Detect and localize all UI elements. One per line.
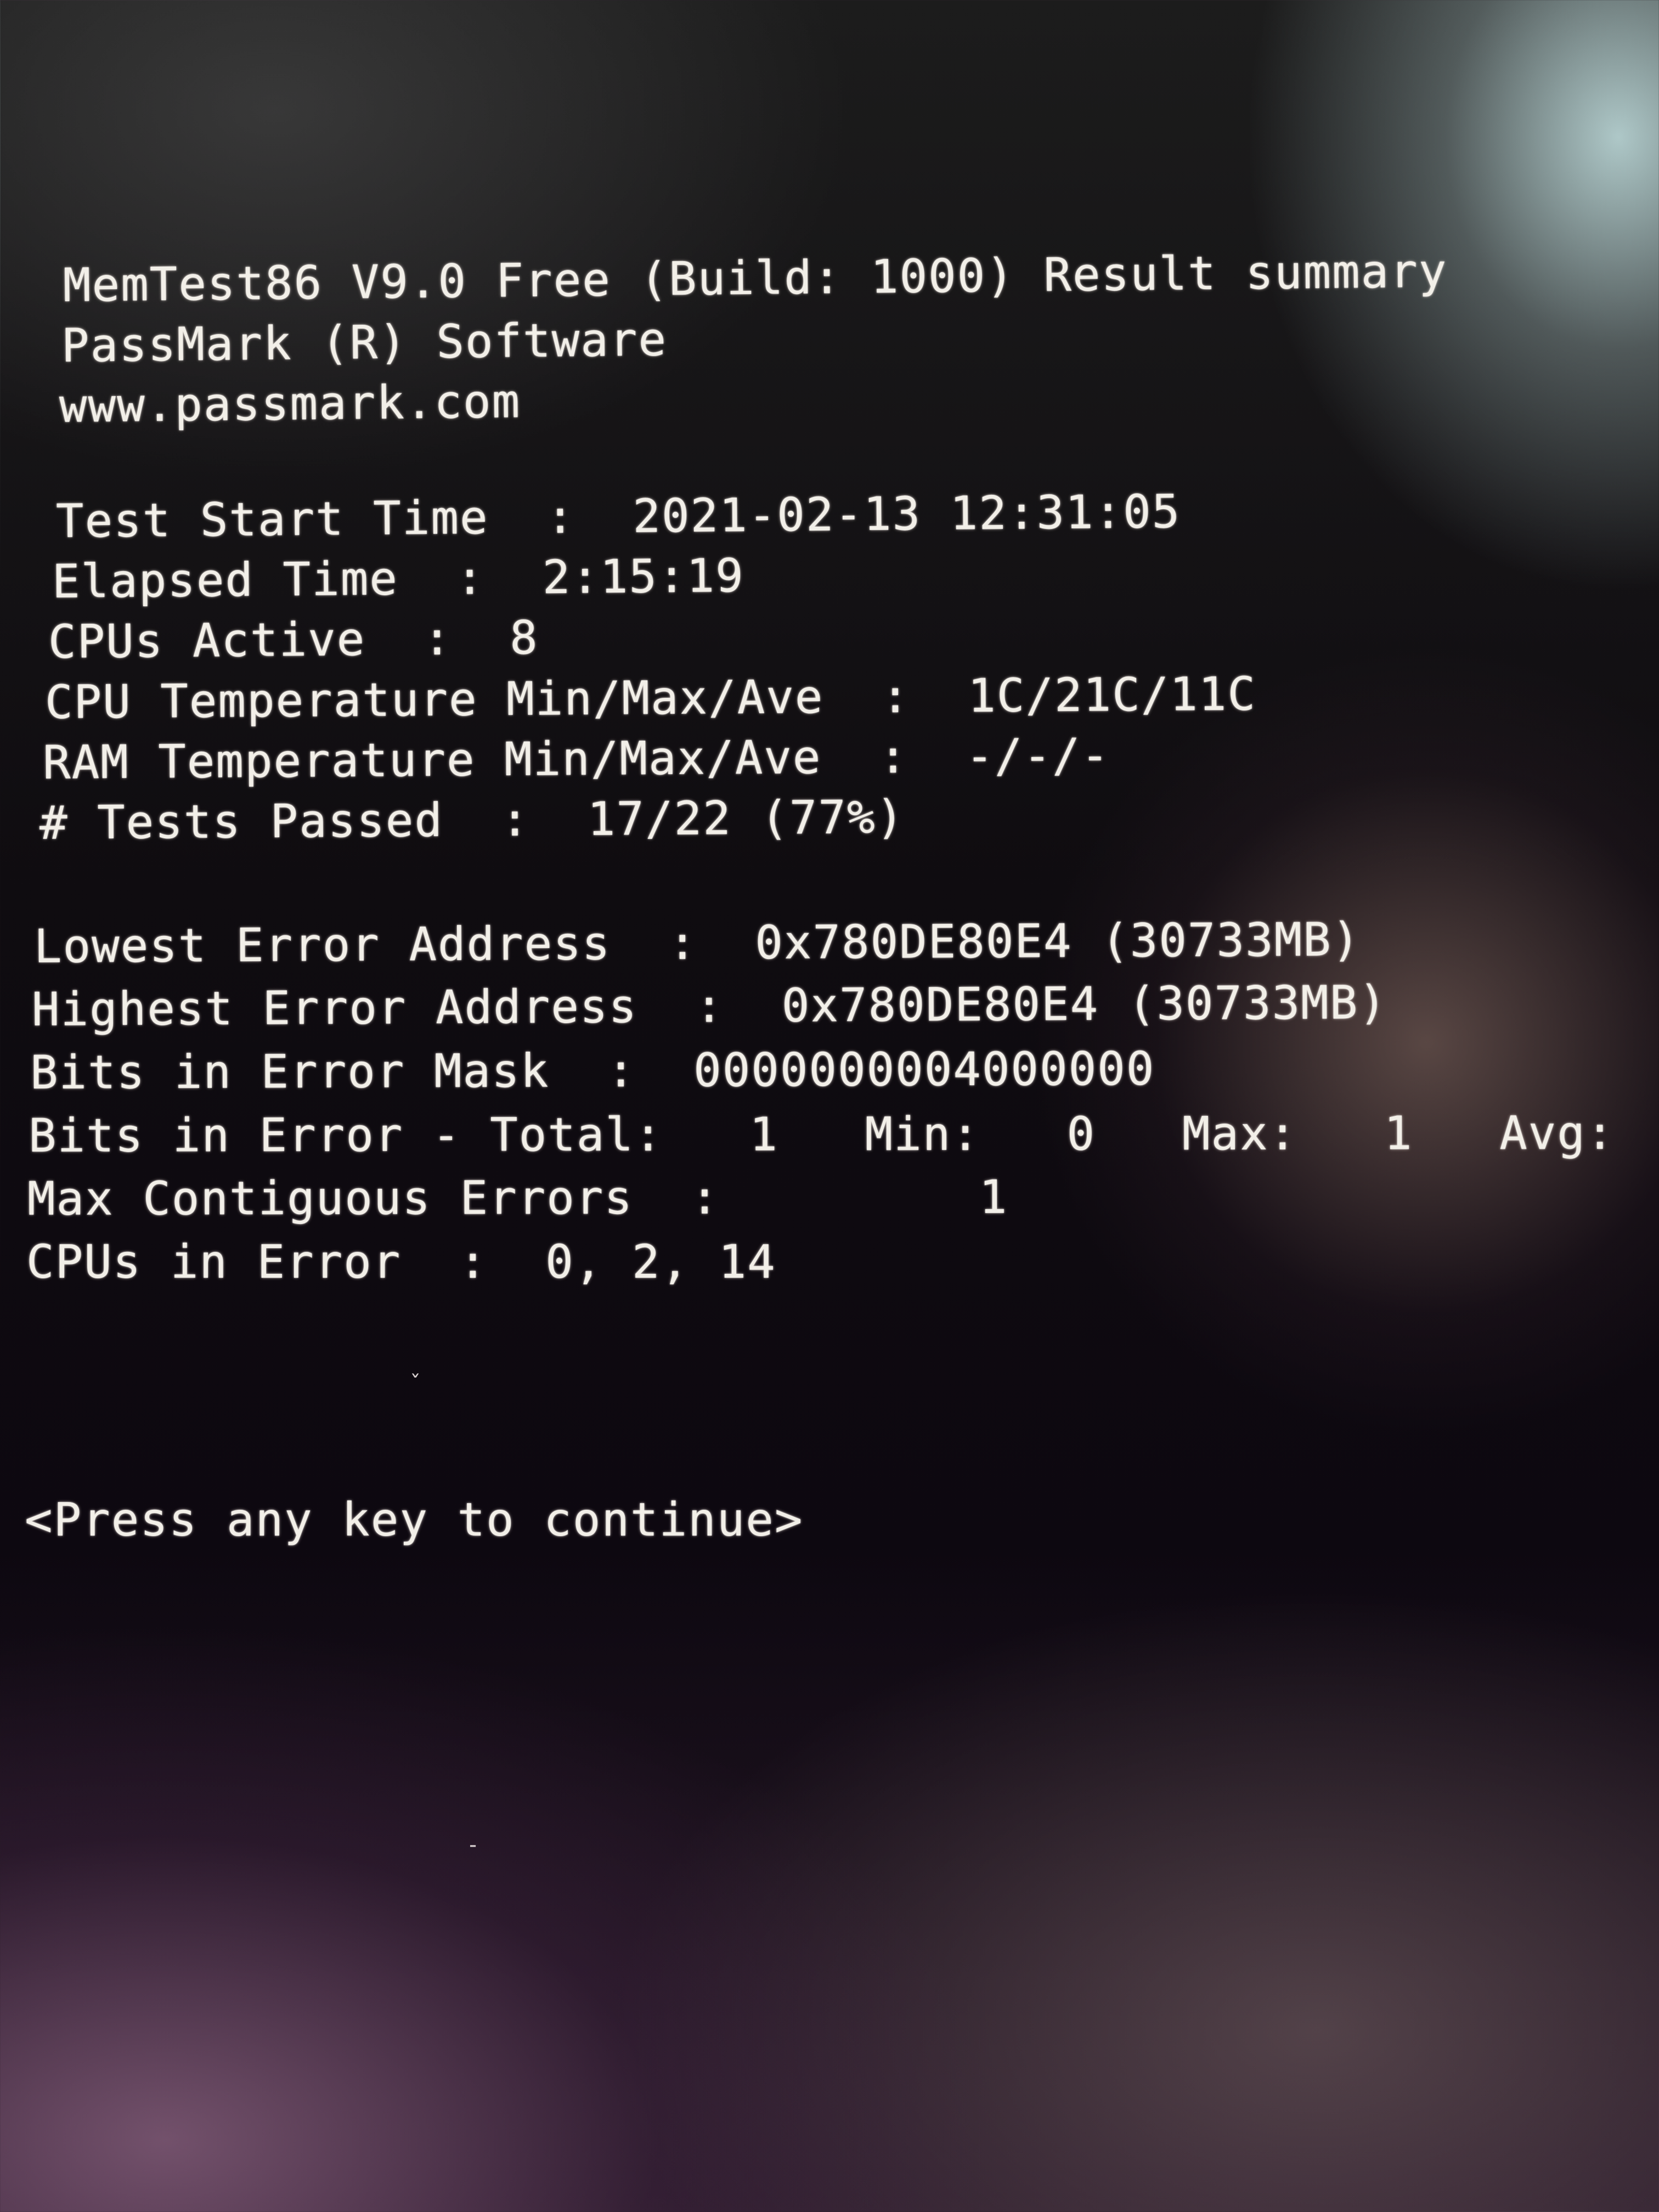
vendor-name: PassMark (R) Software xyxy=(61,312,668,373)
press-any-key-prompt[interactable]: <Press any key to continue> xyxy=(25,1492,803,1547)
max-contiguous-errors: Max Contiguous Errors : 1 xyxy=(27,1170,1008,1226)
tests-passed: # Tests Passed : 17/22 (77%) xyxy=(39,789,905,850)
ram-temperature: RAM Temperature Min/Max/Ave : -/-/- xyxy=(42,728,1110,789)
screen-speck: - xyxy=(466,1832,480,1858)
memtest-result-screen: MemTest86 V9.0 Free (Build: 1000) Result… xyxy=(0,0,1659,2212)
result-summary-title: MemTest86 V9.0 Free (Build: 1000) Result… xyxy=(63,244,1448,312)
highest-error-address: Highest Error Address : 0x780DE80E4 (307… xyxy=(31,975,1388,1036)
cpu-temperature: CPU Temperature Min/Max/Ave : 1C/21C/11C xyxy=(44,667,1257,729)
lowest-error-address: Lowest Error Address : 0x780DE80E4 (3073… xyxy=(33,912,1361,973)
elapsed-time: Elapsed Time : 2:15:19 xyxy=(52,548,745,608)
test-start-time: Test Start Time : 2021-02-13 12:31:05 xyxy=(55,484,1181,548)
cpus-active: CPUs Active : 8 xyxy=(48,611,539,669)
bits-in-error-mask: Bits in Error Mask : 0000000004000000 xyxy=(30,1041,1155,1099)
bits-in-error-stats: Bits in Error - Total: 1 Min: 0 Max: 1 A… xyxy=(28,1105,1659,1163)
cpus-in-error: CPUs in Error : 0, 2, 14 xyxy=(26,1235,776,1289)
screen-speck: ˇ xyxy=(409,1372,422,1397)
vendor-url: www.passmark.com xyxy=(59,374,521,433)
